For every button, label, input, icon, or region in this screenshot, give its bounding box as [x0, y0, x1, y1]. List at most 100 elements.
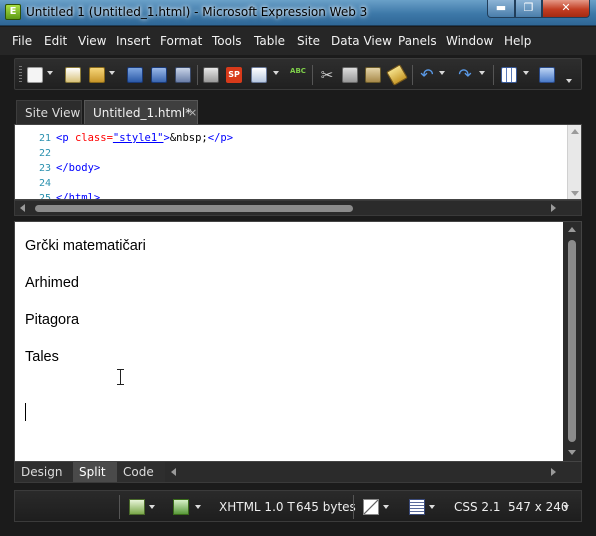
menu-table[interactable]: Table	[254, 34, 285, 48]
undo-dropdown-arrow[interactable]	[439, 71, 445, 75]
window-title: Untitled 1 (Untitled_1.html) - Microsoft…	[26, 5, 368, 19]
code-text: </html>	[56, 192, 101, 200]
line-number: 24	[38, 178, 51, 189]
visual-aids-icon[interactable]	[129, 499, 145, 515]
paragraph[interactable]: Pitagora	[25, 312, 79, 328]
line-number: 22	[38, 148, 51, 159]
spelling-icon[interactable]: ABC	[290, 67, 306, 83]
design-vertical-scrollbar[interactable]	[563, 222, 581, 461]
save-icon[interactable]	[127, 67, 143, 83]
open-icon[interactable]	[65, 67, 81, 83]
text-caret	[25, 403, 26, 421]
cut-icon[interactable]: ✂	[319, 67, 335, 83]
style-application-icon[interactable]	[363, 499, 379, 515]
file-size-status: 645 bytes	[296, 500, 356, 514]
code-view-button[interactable]: Code	[117, 462, 165, 482]
paragraph[interactable]: Arhimed	[25, 275, 79, 291]
page-check-dropdown-arrow[interactable]	[195, 505, 201, 509]
table-dropdown-arrow[interactable]	[523, 71, 529, 75]
paragraph[interactable]: Grčki matematičari	[25, 238, 146, 254]
maximize-button[interactable]: ❐	[515, 0, 542, 18]
copy-icon[interactable]	[342, 67, 358, 83]
new-dropdown-arrow[interactable]	[47, 71, 53, 75]
code-attribute-value[interactable]: "style1"	[113, 132, 164, 144]
tab-close-icon[interactable]: ×	[188, 106, 197, 119]
scroll-up-arrow-icon[interactable]	[568, 227, 576, 232]
status-separator	[353, 495, 354, 519]
menu-file[interactable]: File	[12, 34, 32, 48]
page-dimensions-status[interactable]: 547 x 240	[508, 500, 569, 514]
insert-table-icon[interactable]	[501, 67, 517, 83]
split-view-button[interactable]: Split	[73, 462, 117, 482]
design-view-button[interactable]: Design	[15, 462, 73, 482]
menu-panels[interactable]: Panels	[398, 34, 437, 48]
expression-web-app-icon[interactable]: E	[5, 4, 21, 20]
menu-tools[interactable]: Tools	[212, 34, 242, 48]
menu-insert[interactable]: Insert	[116, 34, 150, 48]
menu-edit[interactable]: Edit	[44, 34, 67, 48]
undo-icon[interactable]: ↶	[419, 67, 435, 83]
scroll-up-arrow-icon[interactable]	[571, 129, 579, 134]
scroll-thumb[interactable]	[568, 240, 576, 442]
view-switcher-bar: Design Split Code	[14, 462, 582, 483]
tab-site-view[interactable]: Site View	[16, 100, 82, 124]
sharepoint-icon[interactable]: SP	[226, 67, 242, 83]
menu-format[interactable]: Format	[160, 34, 202, 48]
status-bar: XHTML 1.0 T 645 bytes CSS 2.1 547 x 240	[14, 490, 582, 522]
toolbar-grip[interactable]	[19, 66, 22, 84]
insert-layer-icon[interactable]	[539, 67, 555, 83]
code-editor[interactable]: 21 <p class="style1">&nbsp;</p> 22 23 </…	[14, 124, 582, 200]
code-line: 21 <p class="style1">&nbsp;</p>	[15, 131, 563, 146]
menu-window[interactable]: Window	[446, 34, 493, 48]
doctype-status[interactable]: XHTML 1.0 T	[219, 500, 295, 514]
preview-dropdown-arrow[interactable]	[273, 71, 279, 75]
paragraph[interactable]: Tales	[25, 349, 59, 365]
visual-aids-dropdown-arrow[interactable]	[149, 505, 155, 509]
css-schema-icon[interactable]	[409, 499, 425, 515]
preview-in-browser-icon[interactable]	[251, 67, 267, 83]
design-view[interactable]: Grčki matematičari Arhimed Pitagora Tale…	[15, 222, 563, 461]
scroll-right-arrow-icon[interactable]	[551, 204, 556, 212]
page-check-icon[interactable]	[173, 499, 189, 515]
toolbar-separator	[197, 65, 198, 85]
menu-view[interactable]: View	[78, 34, 106, 48]
scroll-right-arrow-icon[interactable]	[551, 468, 556, 476]
toolbar-separator	[412, 65, 413, 85]
tab-untitled-1[interactable]: Untitled_1.html* ×	[84, 100, 198, 124]
menu-help[interactable]: Help	[504, 34, 531, 48]
close-button[interactable]: ✕	[542, 0, 590, 18]
toolbar-options-arrow[interactable]	[566, 79, 572, 83]
save-all-icon[interactable]	[151, 67, 167, 83]
ibeam-cursor-icon	[117, 369, 124, 385]
menu-bar: File Edit View Insert Format Tools Table…	[0, 27, 596, 55]
format-painter-icon[interactable]	[386, 64, 408, 86]
minimize-button[interactable]: ▬	[487, 0, 515, 18]
scroll-down-arrow-icon[interactable]	[568, 450, 576, 455]
scroll-left-arrow-icon[interactable]	[20, 204, 25, 212]
style-dropdown-arrow[interactable]	[383, 505, 389, 509]
code-line: 24	[15, 176, 563, 191]
print-icon[interactable]	[203, 67, 219, 83]
scroll-down-arrow-icon[interactable]	[571, 191, 579, 196]
css-version-status[interactable]: CSS 2.1	[454, 500, 501, 514]
code-vertical-scrollbar[interactable]	[567, 125, 581, 199]
open-dropdown-arrow[interactable]	[109, 71, 115, 75]
code-horizontal-scrollbar[interactable]	[14, 200, 582, 216]
code-attribute: class=	[74, 132, 113, 144]
dimensions-dropdown-arrow[interactable]	[563, 505, 569, 509]
code-tag-close: </p>	[207, 132, 234, 144]
code-line: 25 </html>	[15, 191, 563, 200]
find-icon[interactable]	[175, 67, 191, 83]
css-schema-dropdown-arrow[interactable]	[429, 505, 435, 509]
code-text: </body>	[56, 162, 101, 174]
new-page-icon[interactable]	[27, 67, 43, 83]
scroll-thumb[interactable]	[35, 205, 353, 212]
open-folder-icon[interactable]	[89, 67, 105, 83]
scroll-left-arrow-icon[interactable]	[171, 468, 176, 476]
menu-site[interactable]: Site	[297, 34, 320, 48]
paste-icon[interactable]	[365, 67, 381, 83]
line-number: 23	[38, 163, 51, 174]
menu-data-view[interactable]: Data View	[331, 34, 392, 48]
redo-dropdown-arrow[interactable]	[479, 71, 485, 75]
redo-icon[interactable]: ↷	[457, 67, 473, 83]
